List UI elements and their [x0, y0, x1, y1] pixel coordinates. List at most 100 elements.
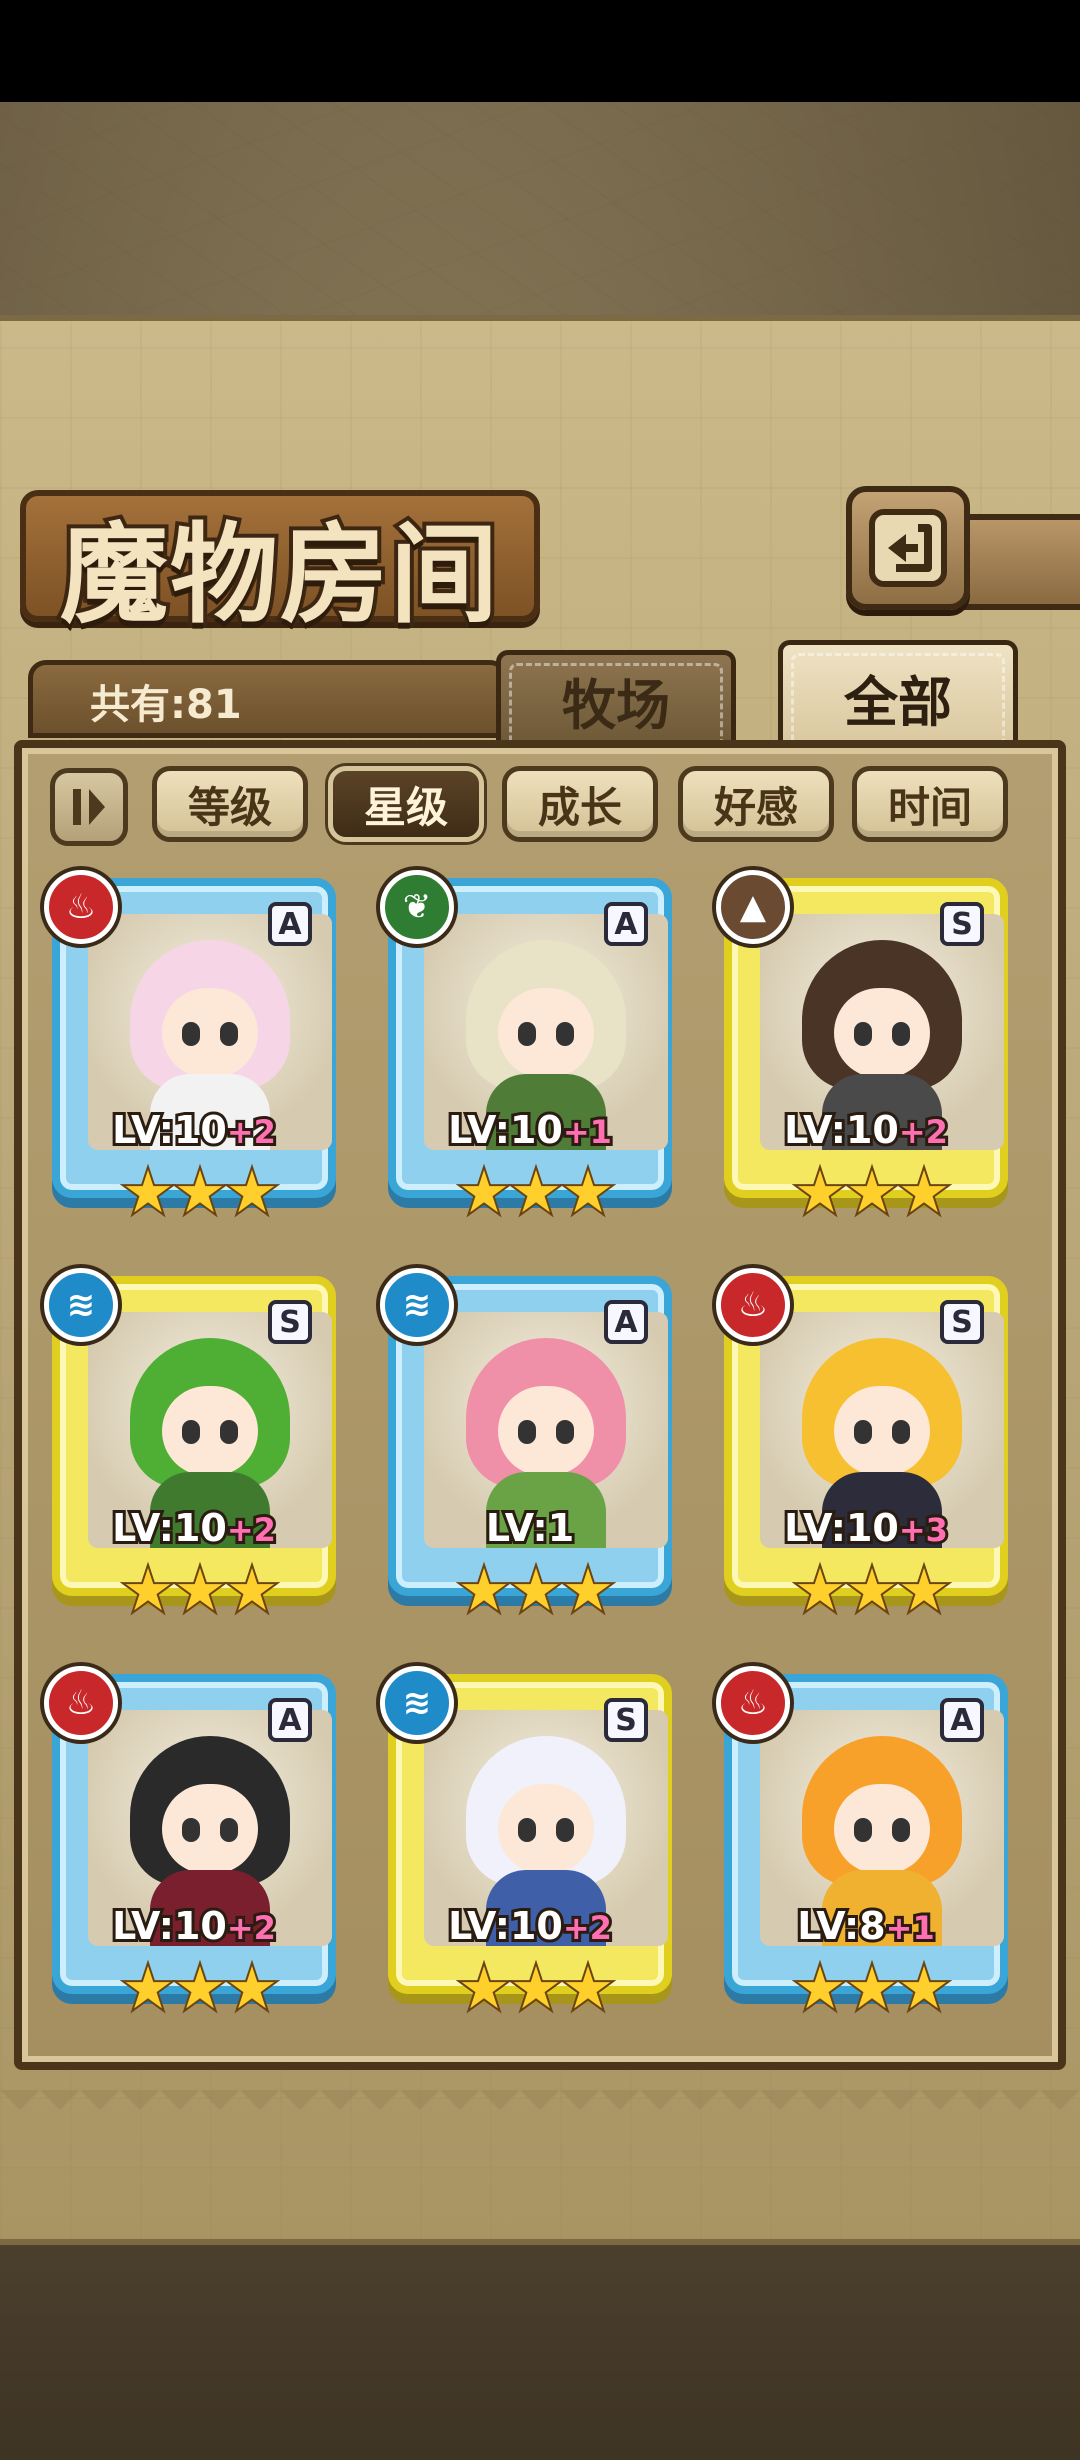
level-bonus: +2	[224, 1906, 279, 1950]
monster-card[interactable]: A ♨ LV:10+2 ★ ★ ★	[44, 1666, 344, 2036]
star-icon: ★	[844, 1954, 900, 2022]
star-rating: ★ ★ ★	[456, 1556, 616, 1624]
portrait-face	[162, 1784, 258, 1874]
level-bonus: +2	[224, 1110, 279, 1154]
star-rating: ★ ★ ★	[792, 1954, 952, 2022]
sort-by-growth-button[interactable]: 成长	[502, 766, 658, 842]
portrait-face	[834, 988, 930, 1078]
rank-badge: S	[940, 1300, 984, 1344]
monster-card[interactable]: A ♨ LV:8+1 ★ ★ ★	[716, 1666, 1016, 2036]
sort-by-star-button[interactable]: 星级	[328, 766, 484, 842]
star-rating: ★ ★ ★	[120, 1158, 280, 1226]
level-label: LV:10+2	[44, 1901, 344, 1951]
monster-card[interactable]: S ≋ LV:10+2 ★ ★ ★	[380, 1666, 680, 2036]
portrait-eye	[892, 1022, 910, 1046]
leaf-icon: ❦	[380, 870, 454, 944]
star-icon: ★	[844, 1158, 900, 1226]
level-label: LV:10+2	[44, 1503, 344, 1553]
level-value: LV:10	[781, 1503, 902, 1553]
level-bonus: +1	[883, 1906, 938, 1950]
level-bonus: +2	[560, 1906, 615, 1950]
level-value: LV:10	[109, 1901, 230, 1951]
sort-by-time-button[interactable]: 时间	[852, 766, 1008, 842]
star-icon: ★	[456, 1158, 512, 1226]
level-value: LV:10	[445, 1105, 566, 1155]
level-label: LV:8+1	[716, 1901, 1016, 1951]
portrait-face	[834, 1784, 930, 1874]
monster-count: 共有:81	[90, 682, 242, 728]
portrait-eye	[220, 1420, 238, 1444]
sort-by-affection-button[interactable]: 好感	[678, 766, 834, 842]
star-icon: ★	[172, 1158, 228, 1226]
fire-icon: ♨	[44, 870, 118, 944]
star-rating: ★ ★ ★	[792, 1158, 952, 1226]
portrait-eye	[854, 1022, 872, 1046]
monster-card[interactable]: S ▲ LV:10+2 ★ ★ ★	[716, 870, 1016, 1240]
star-rating: ★ ★ ★	[120, 1957, 280, 2019]
star-icon: ★	[896, 1954, 952, 2022]
return-arrow-icon	[869, 509, 947, 587]
portrait-face	[498, 1386, 594, 1476]
portrait-face	[834, 1386, 930, 1476]
level-value: LV:10	[445, 1901, 566, 1951]
monster-card[interactable]: A ≋ LV:1 ★ ★ ★	[380, 1268, 680, 1638]
tab-ranch[interactable]: 牧场	[496, 650, 736, 746]
level-label: LV:10+1	[380, 1105, 680, 1155]
monster-card[interactable]: S ≋ LV:10+2 ★ ★ ★	[44, 1268, 344, 1638]
water-icon: ≋	[380, 1666, 454, 1740]
star-icon: ★	[120, 1158, 176, 1226]
level-value: LV:10	[109, 1105, 230, 1155]
sort-order-icon	[73, 789, 105, 825]
portrait-face	[162, 988, 258, 1078]
level-label: LV:10+2	[716, 1105, 1016, 1155]
panel-zigzag-edge	[0, 2090, 1080, 2130]
star-icon: ★	[560, 1158, 616, 1226]
portrait-eye	[892, 1818, 910, 1842]
portrait-eye	[182, 1818, 200, 1842]
fire-icon: ♨	[44, 1666, 118, 1740]
star-icon: ★	[508, 1556, 564, 1624]
star-rating: ★ ★ ★	[792, 1559, 952, 1621]
rank-badge: S	[604, 1698, 648, 1742]
star-icon: ★	[508, 1954, 564, 2022]
monster-card[interactable]: A ♨ LV:10+2 ★ ★ ★	[44, 870, 344, 1240]
mountain-icon: ▲	[716, 870, 790, 944]
fire-icon: ♨	[716, 1268, 790, 1342]
sort-by-level-button[interactable]: 等级	[152, 766, 308, 842]
star-icon: ★	[456, 1954, 512, 2022]
level-bonus: +2	[896, 1110, 951, 1154]
star-icon: ★	[560, 1556, 616, 1624]
level-value: LV:1	[483, 1503, 577, 1553]
portrait-eye	[556, 1420, 574, 1444]
portrait-eye	[556, 1818, 574, 1842]
star-rating: ★ ★ ★	[456, 1954, 616, 2022]
star-icon: ★	[120, 1556, 176, 1624]
monster-card[interactable]: S ♨ LV:10+3 ★ ★ ★	[716, 1268, 1016, 1638]
monster-card[interactable]: A ❦ LV:10+1 ★ ★ ★	[380, 870, 680, 1240]
tab-all[interactable]: 全部	[778, 640, 1018, 750]
page-title: 魔物房间	[56, 508, 502, 642]
portrait-eye	[892, 1420, 910, 1444]
back-button[interactable]	[846, 486, 970, 610]
portrait-eye	[854, 1420, 872, 1444]
rank-badge: A	[268, 1698, 312, 1742]
star-icon: ★	[896, 1158, 952, 1226]
portrait-eye	[182, 1420, 200, 1444]
level-bonus: +2	[224, 1508, 279, 1552]
water-icon: ≋	[44, 1268, 118, 1342]
portrait-eye	[518, 1022, 536, 1046]
portrait-eye	[854, 1818, 872, 1842]
rank-badge: S	[268, 1300, 312, 1344]
portrait-eye	[556, 1022, 574, 1046]
star-icon: ★	[896, 1556, 952, 1624]
bottom-map-band	[0, 2238, 1080, 2460]
portrait-face	[498, 1784, 594, 1874]
water-icon: ≋	[380, 1268, 454, 1342]
rank-badge: A	[604, 1300, 648, 1344]
star-rating: ★ ★ ★	[456, 1158, 616, 1226]
level-value: LV:8	[794, 1901, 888, 1951]
star-icon: ★	[224, 1954, 280, 2022]
sort-order-toggle[interactable]	[50, 768, 128, 846]
rank-badge: A	[940, 1698, 984, 1742]
level-label: LV:10+2	[44, 1105, 344, 1155]
